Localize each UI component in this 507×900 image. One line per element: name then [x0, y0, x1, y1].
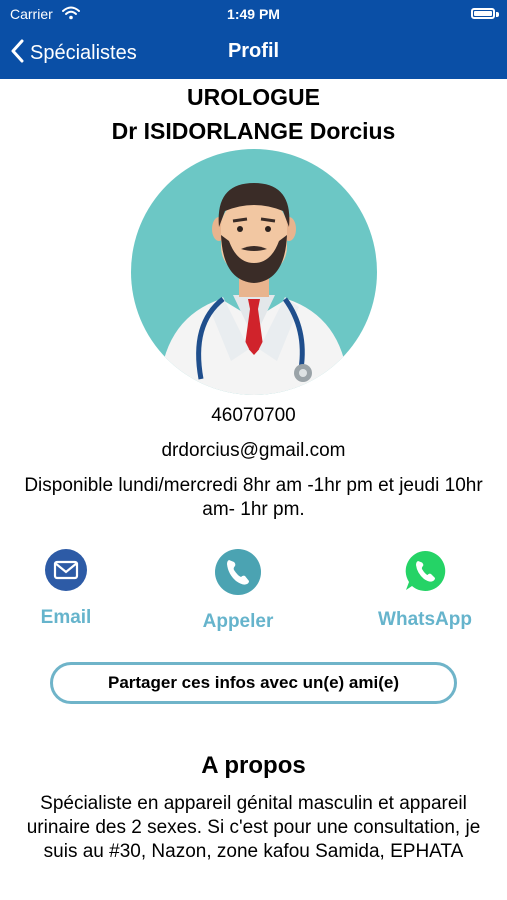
about-heading: A propos	[201, 752, 306, 779]
page-title: Profil	[227, 40, 280, 62]
navigation-bar: Spécialistes Profil	[0, 32, 507, 76]
app-header: Carrier 1:49 PM Spécialistes Profil	[0, 0, 507, 79]
call-label: Appeler	[202, 611, 274, 632]
about-description: Spécialiste en appareil génital masculin…	[26, 793, 481, 862]
whatsapp-label: WhatsApp	[378, 609, 472, 630]
availability-text: Disponible lundi/mercredi 8hr am -1hr pm…	[24, 475, 483, 520]
specialty-heading: UROLOGUE	[187, 84, 320, 110]
battery-icon	[471, 8, 495, 19]
whatsapp-icon	[355, 548, 495, 599]
email-button[interactable]: Email	[0, 548, 136, 629]
phone-icon	[168, 548, 308, 601]
doctor-avatar	[131, 149, 377, 395]
battery-tip	[496, 12, 499, 17]
status-time: 1:49 PM	[227, 6, 280, 22]
email-label: Email	[40, 607, 92, 628]
whatsapp-button[interactable]: WhatsApp	[355, 548, 495, 631]
call-button[interactable]: Appeler	[168, 548, 308, 633]
status-bar: Carrier 1:49 PM	[0, 0, 507, 28]
doctor-name: Dr ISIDORLANGE Dorcius	[111, 118, 396, 144]
share-info-button[interactable]: Partager ces infos avec un(e) ami(e)	[50, 662, 457, 704]
email-address: drdorcius@gmail.com	[161, 440, 346, 461]
envelope-icon	[0, 548, 136, 597]
phone-number: 46070700	[211, 405, 296, 426]
